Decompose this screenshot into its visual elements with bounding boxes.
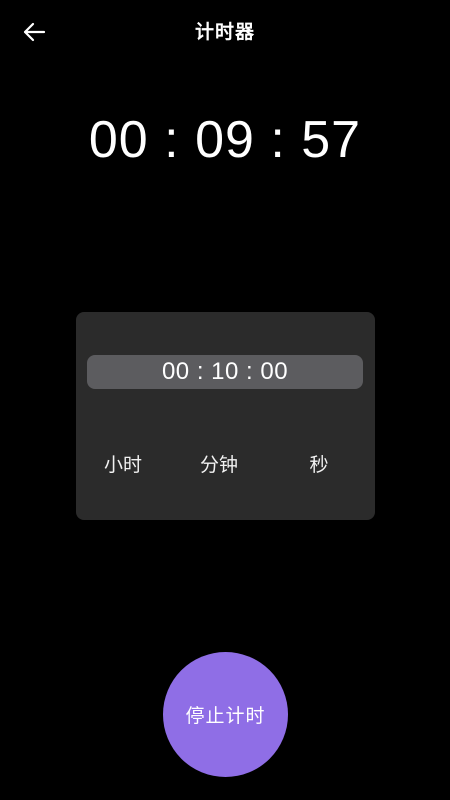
picker-label-seconds: 秒 [309, 454, 329, 476]
page-title: 计时器 [194, 21, 255, 43]
countdown-display: 00 : 09 : 57 [88, 111, 362, 169]
stop-timer-button[interactable]: 停止计时 [163, 652, 288, 777]
timer-screen: 计时器 00 : 09 : 57 00 : 10 : 00 小时 分钟 秒 停止… [0, 0, 450, 800]
picker-label-minutes: 分钟 [199, 454, 238, 476]
time-picker[interactable]: 00 : 10 : 00 小时 分钟 秒 [76, 312, 375, 520]
picker-selected-value[interactable]: 00 : 10 : 00 [87, 355, 363, 389]
picker-label-hours: 小时 [103, 454, 142, 476]
picker-unit-labels: 小时 分钟 秒 [76, 450, 375, 480]
